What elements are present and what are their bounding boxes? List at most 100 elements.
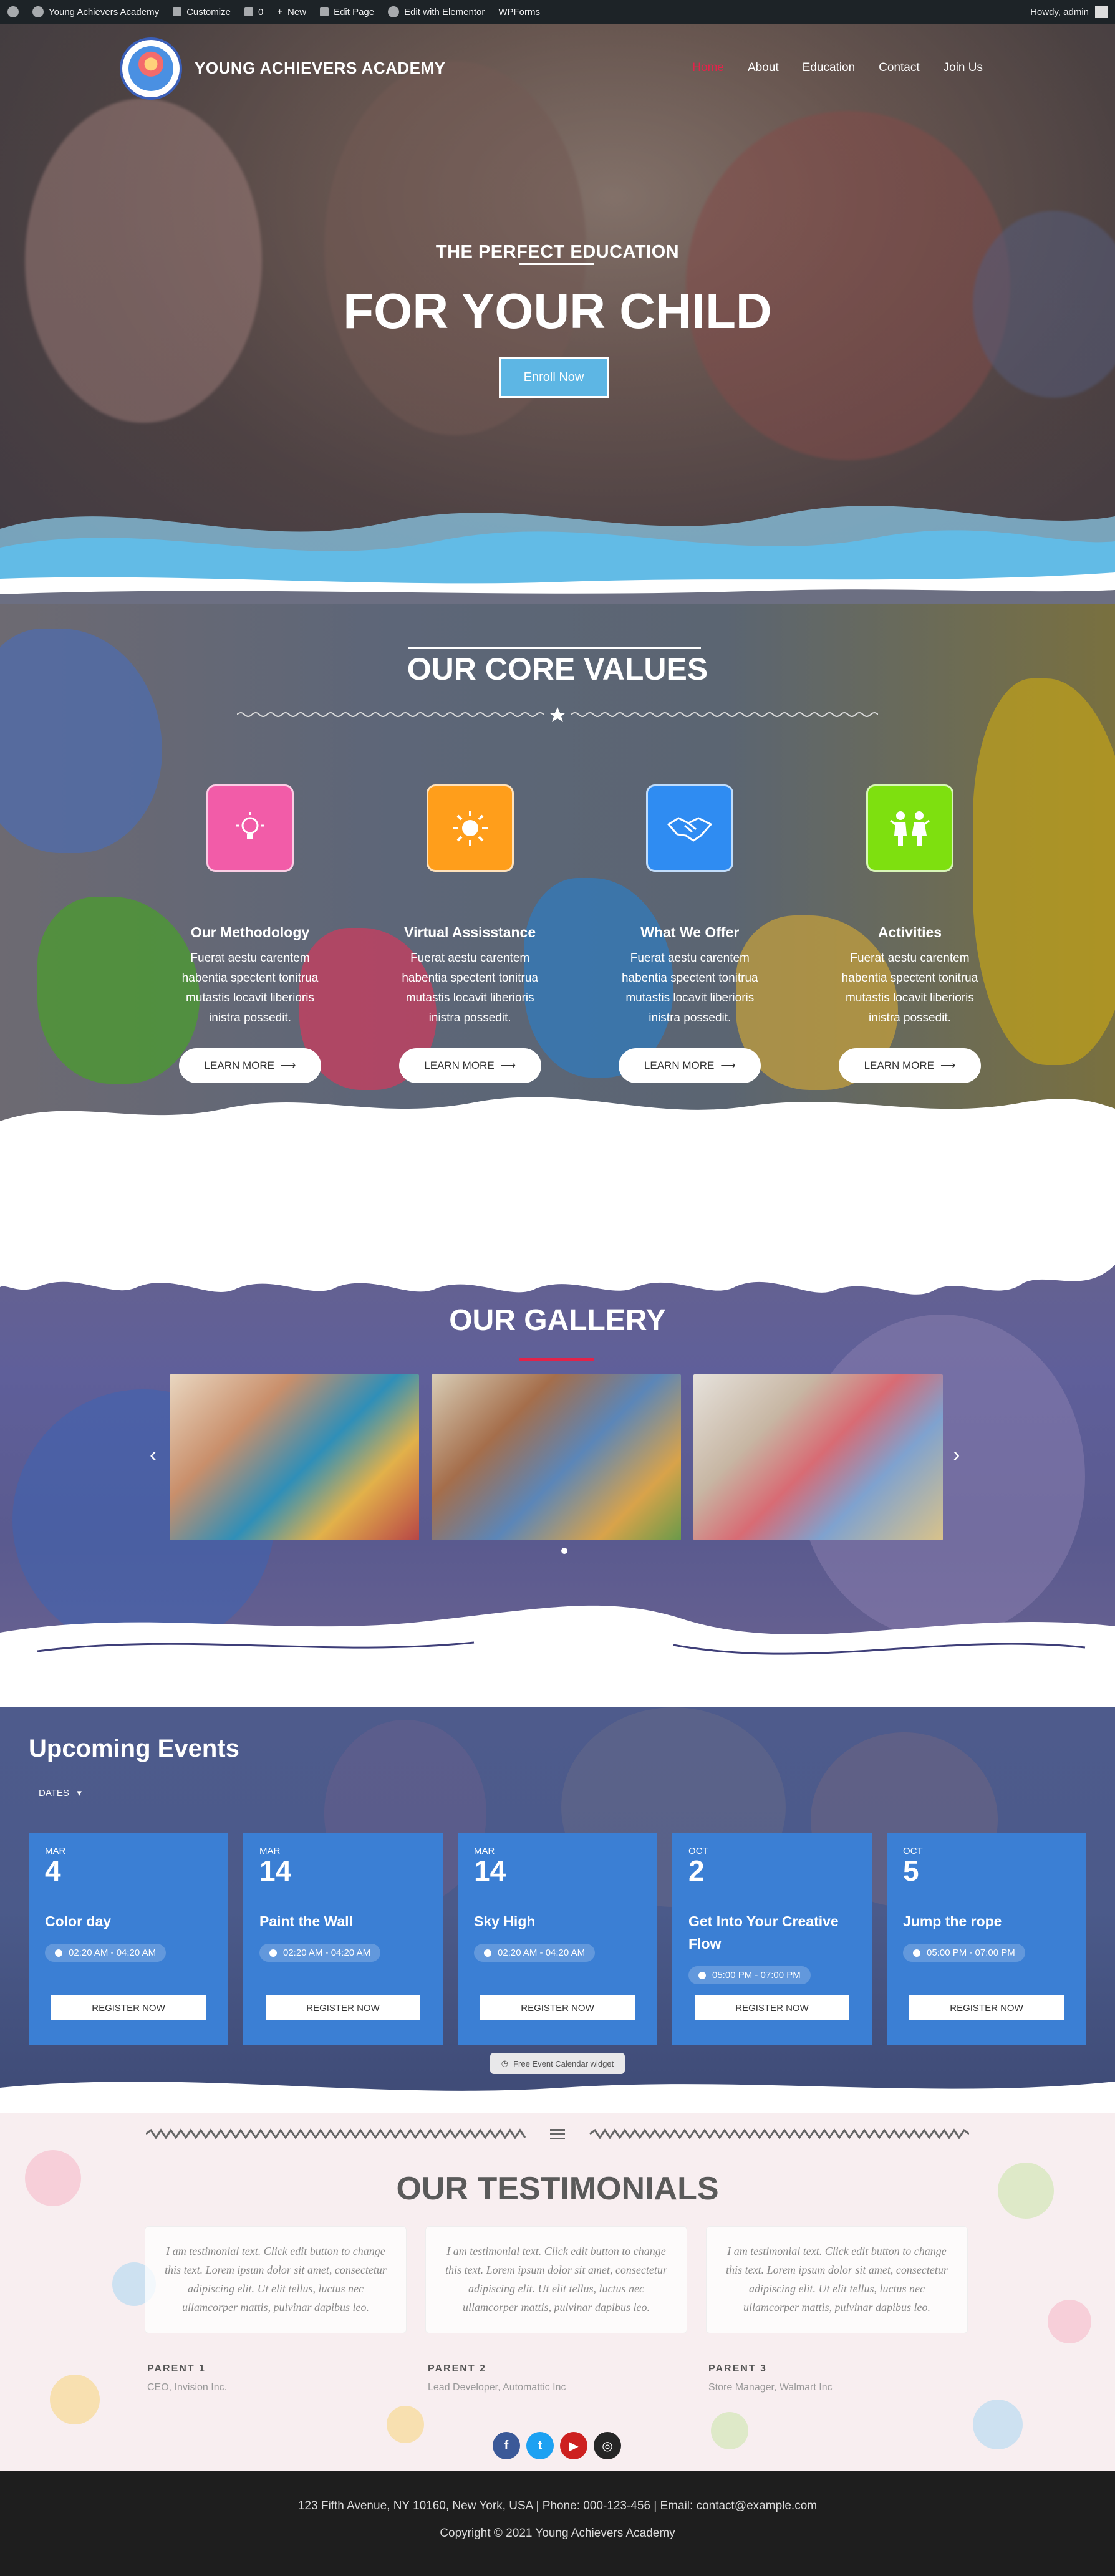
admin-bar-edit-page[interactable]: Edit Page <box>320 7 374 17</box>
youtube-icon[interactable]: ▶ <box>560 2432 587 2459</box>
event-day: 2 <box>688 1855 705 1887</box>
event-day: 4 <box>45 1855 61 1887</box>
event-card[interactable]: MAR 14 Paint the Wall 02:20 AM - 04:20 A… <box>243 1833 443 2045</box>
event-title[interactable]: Jump the rope <box>903 1910 1070 1932</box>
core-values-top-line <box>408 647 701 649</box>
zigzag-divider <box>146 2128 969 2139</box>
testimonial-name: PARENT 2 <box>428 2363 486 2374</box>
clock-icon <box>55 1949 62 1957</box>
core-value-card: Virtual Assisstance Fuerat aestu carente… <box>389 784 552 1083</box>
menu-item-home[interactable]: Home <box>692 61 724 75</box>
event-title[interactable]: Color day <box>45 1910 212 1932</box>
learn-more-button[interactable]: LEARN MORE ⟶ <box>619 1048 761 1083</box>
elementor-icon <box>388 6 400 17</box>
admin-bar-customize[interactable]: Customize <box>173 7 231 17</box>
gallery-carousel <box>170 1374 943 1540</box>
chevron-left-icon[interactable]: ‹ <box>150 1443 157 1467</box>
event-time: 02:20 AM - 04:20 AM <box>259 1944 381 1962</box>
dates-filter[interactable]: DATES ▾ <box>39 1787 82 1798</box>
clock-icon <box>698 1971 706 1979</box>
event-month: OCT <box>903 1846 923 1856</box>
cloud-border <box>0 1227 1115 1295</box>
chevron-right-icon[interactable]: › <box>953 1443 960 1467</box>
hero-section: YOUNG ACHIEVERS ACADEMY Home About Educa… <box>0 24 1115 604</box>
register-now-button[interactable]: REGISTER NOW <box>266 1995 420 2020</box>
core-value-card: What We Offer Fuerat aestu carentem habe… <box>608 784 771 1083</box>
pencil-icon <box>320 7 329 16</box>
testimonial-text: I am testimonial text. Click edit button… <box>145 2226 407 2333</box>
admin-bar-wpforms[interactable]: WPForms <box>498 7 540 17</box>
gallery-image[interactable] <box>693 1374 943 1540</box>
register-now-button[interactable]: REGISTER NOW <box>909 1995 1064 2020</box>
events-section: Upcoming Events DATES ▾ MAR 4 Color day … <box>0 1707 1115 2113</box>
admin-bar-account[interactable]: Howdy, admin <box>1030 6 1108 18</box>
hero-underline <box>519 263 594 265</box>
brush-icon <box>173 7 182 16</box>
hero-subtitle: THE PERFECT EDUCATION <box>435 242 680 262</box>
twitter-icon[interactable]: t <box>526 2432 554 2459</box>
learn-more-button[interactable]: LEARN MORE ⟶ <box>179 1048 321 1083</box>
arrow-right-icon: ⟶ <box>500 1059 516 1071</box>
testimonial-role: Store Manager, Walmart Inc <box>708 2382 833 2393</box>
clock-icon <box>484 1949 491 1957</box>
event-title[interactable]: Sky High <box>474 1910 641 1932</box>
painted-hand-shape <box>973 678 1115 1065</box>
menu-item-join-us[interactable]: Join Us <box>944 61 983 75</box>
arrow-right-icon: ⟶ <box>281 1059 296 1071</box>
menu-item-education[interactable]: Education <box>803 61 856 75</box>
core-value-card: Activities Fuerat aestu carentem habenti… <box>828 784 992 1083</box>
admin-bar-site-name[interactable]: Young Achievers Academy <box>32 6 159 17</box>
core-value-title: Virtual Assisstance <box>404 924 536 940</box>
admin-bar-comments[interactable]: 0 <box>244 7 263 17</box>
testimonial-authors: PARENT 1 CEO, Invision Inc. PARENT 2 Lea… <box>147 2363 970 2393</box>
admin-bar-new[interactable]: + New <box>277 7 306 17</box>
gallery-underline <box>519 1358 594 1361</box>
social-links: f t ▶ ◎ <box>493 2432 621 2459</box>
register-now-button[interactable]: REGISTER NOW <box>480 1995 635 2020</box>
testimonial-text: I am testimonial text. Click edit button… <box>425 2226 687 2333</box>
plus-icon: + <box>277 6 283 17</box>
site-logo[interactable] <box>120 37 182 100</box>
learn-more-button[interactable]: LEARN MORE ⟶ <box>838 1048 981 1083</box>
gallery-image[interactable] <box>170 1374 419 1540</box>
core-value-text: Fuerat aestu carentem habentia spectent … <box>621 952 758 1025</box>
event-title[interactable]: Get Into Your Creative Flow <box>688 1910 856 1955</box>
menu-item-about[interactable]: About <box>748 61 779 75</box>
core-value-text: Fuerat aestu carentem habentia spectent … <box>402 952 538 1025</box>
core-values-section: OUR CORE VALUES Our Methodology Fuerat a… <box>0 604 1115 1152</box>
register-now-button[interactable]: REGISTER NOW <box>51 1995 206 2020</box>
event-day: 14 <box>259 1855 292 1887</box>
gallery-section: OUR GALLERY ‹ › <box>0 1152 1115 1707</box>
testimonial-role: Lead Developer, Automattic Inc <box>428 2382 566 2393</box>
core-value-title: Activities <box>877 924 942 940</box>
event-month: OCT <box>688 1846 708 1856</box>
enroll-now-button[interactable]: Enroll Now <box>499 357 609 398</box>
wordpress-logo-icon[interactable] <box>7 6 19 17</box>
event-card[interactable]: OCT 5 Jump the rope 05:00 PM - 07:00 PM … <box>887 1833 1086 2045</box>
facebook-icon[interactable]: f <box>493 2432 520 2459</box>
hero-wave-divider <box>0 506 1115 604</box>
footer-contact: 123 Fifth Avenue, NY 10160, New York, US… <box>297 2499 818 2512</box>
event-month: MAR <box>45 1846 66 1856</box>
home-icon <box>32 6 44 17</box>
register-now-button[interactable]: REGISTER NOW <box>695 1995 849 2020</box>
core-values-cloud-divider <box>0 1097 1115 1152</box>
arrow-right-icon: ⟶ <box>940 1059 956 1071</box>
site-footer: 123 Fifth Avenue, NY 10160, New York, US… <box>0 2471 1115 2576</box>
menu-item-contact[interactable]: Contact <box>879 61 919 75</box>
admin-bar-edit-elementor[interactable]: Edit with Elementor <box>388 6 485 17</box>
event-card[interactable]: OCT 2 Get Into Your Creative Flow 05:00 … <box>672 1833 872 2045</box>
events-title: Upcoming Events <box>29 1735 239 1762</box>
testimonial-text: I am testimonial text. Click edit button… <box>706 2226 968 2333</box>
carousel-dot[interactable] <box>561 1548 567 1554</box>
core-value-text: Fuerat aestu carentem habentia spectent … <box>841 952 978 1025</box>
event-card[interactable]: MAR 14 Sky High 02:20 AM - 04:20 AM REGI… <box>458 1833 657 2045</box>
event-title[interactable]: Paint the Wall <box>259 1910 427 1932</box>
event-time: 02:20 AM - 04:20 AM <box>474 1944 596 1962</box>
instagram-icon[interactable]: ◎ <box>594 2432 621 2459</box>
event-card[interactable]: MAR 4 Color day 02:20 AM - 04:20 AM REGI… <box>29 1833 228 2045</box>
gallery-image[interactable] <box>432 1374 681 1540</box>
learn-more-button[interactable]: LEARN MORE ⟶ <box>398 1048 541 1083</box>
site-title[interactable]: YOUNG ACHIEVERS ACADEMY <box>195 59 446 78</box>
children-icon <box>866 784 953 872</box>
